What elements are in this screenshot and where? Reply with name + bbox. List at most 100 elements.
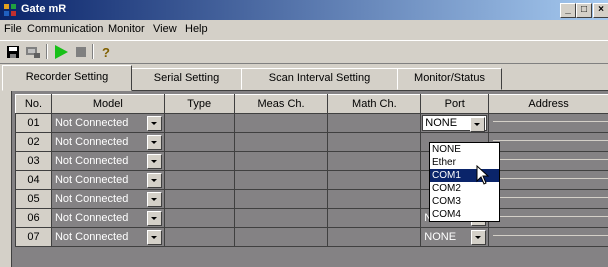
model-cell: Not Connected — [51, 228, 164, 247]
math-ch-cell[interactable] — [328, 133, 421, 152]
meas-ch-cell[interactable] — [234, 152, 328, 171]
type-cell[interactable] — [164, 133, 234, 152]
model-select[interactable]: Not Connected — [53, 153, 163, 169]
address-cell[interactable] — [489, 171, 608, 190]
port-cell: NONE — [421, 228, 489, 247]
address-cell[interactable] — [489, 133, 608, 152]
tab-serial-setting[interactable]: Serial Setting — [131, 68, 242, 90]
model-cell: Not Connected — [51, 114, 164, 133]
model-select[interactable]: Not Connected — [53, 229, 163, 245]
title-bar: Gate mR _ □ × — [0, 0, 608, 20]
row-number: 05 — [16, 190, 52, 209]
type-cell[interactable] — [164, 114, 234, 133]
model-cell: Not Connected — [51, 152, 164, 171]
chevron-down-icon[interactable] — [471, 230, 486, 245]
model-value: Not Connected — [55, 155, 128, 167]
recorder-grid: No. Model Type Meas Ch. Math Ch. Port Ad… — [11, 90, 608, 267]
stop-icon[interactable] — [72, 43, 90, 61]
tab-recorder-setting[interactable]: Recorder Setting — [2, 65, 132, 91]
column-header-model[interactable]: Model — [51, 95, 164, 114]
meas-ch-cell[interactable] — [234, 190, 328, 209]
toolbar-separator — [92, 44, 94, 59]
play-icon[interactable] — [52, 43, 70, 61]
address-field — [493, 178, 608, 179]
port-option-com3[interactable]: COM3 — [430, 195, 499, 208]
port-option-none[interactable]: NONE — [430, 143, 499, 156]
math-ch-cell[interactable] — [328, 190, 421, 209]
tab-bar: Recorder Setting Serial Setting Scan Int… — [0, 65, 608, 89]
row-number: 03 — [16, 152, 52, 171]
address-cell[interactable] — [489, 228, 608, 247]
table-row: 05 Not Connected — [16, 190, 608, 209]
save-icon[interactable] — [4, 43, 22, 61]
table-row: 06 Not Connected NONE — [16, 209, 608, 228]
meas-ch-cell[interactable] — [234, 114, 328, 133]
tab-scan-interval-setting[interactable]: Scan Interval Setting — [241, 68, 398, 90]
address-field — [493, 235, 608, 236]
window-title: Gate mR — [21, 3, 66, 15]
port-select-open[interactable]: NONE — [422, 115, 487, 131]
type-cell[interactable] — [164, 171, 234, 190]
model-value: Not Connected — [55, 193, 128, 205]
column-header-type[interactable]: Type — [164, 95, 234, 114]
chevron-down-icon[interactable] — [147, 192, 162, 207]
type-cell[interactable] — [164, 209, 234, 228]
chevron-down-icon[interactable] — [147, 211, 162, 226]
type-cell[interactable] — [164, 190, 234, 209]
model-cell: Not Connected — [51, 133, 164, 152]
maximize-icon[interactable]: □ — [576, 3, 592, 18]
address-cell[interactable] — [489, 209, 608, 228]
model-value: Not Connected — [55, 174, 128, 186]
address-field — [493, 197, 608, 198]
column-header-no[interactable]: No. — [16, 95, 52, 114]
column-header-math-ch[interactable]: Math Ch. — [328, 95, 421, 114]
settings-icon[interactable] — [24, 43, 42, 61]
chevron-down-icon[interactable] — [147, 116, 162, 131]
model-select[interactable]: Not Connected — [53, 134, 163, 150]
menu-monitor[interactable]: Monitor — [108, 23, 145, 35]
close-icon[interactable]: × — [593, 3, 608, 18]
column-header-meas-ch[interactable]: Meas Ch. — [234, 95, 328, 114]
address-cell[interactable] — [489, 114, 608, 133]
model-select[interactable]: Not Connected — [53, 210, 163, 226]
column-header-address[interactable]: Address — [489, 95, 608, 114]
chevron-down-icon[interactable] — [147, 154, 162, 169]
address-field — [493, 121, 608, 122]
port-value: NONE — [425, 117, 457, 129]
math-ch-cell[interactable] — [328, 228, 421, 247]
math-ch-cell[interactable] — [328, 114, 421, 133]
port-option-com4[interactable]: COM4 — [430, 208, 499, 221]
minimize-icon[interactable]: _ — [560, 3, 576, 18]
address-cell[interactable] — [489, 190, 608, 209]
row-number: 04 — [16, 171, 52, 190]
meas-ch-cell[interactable] — [234, 228, 328, 247]
chevron-down-icon[interactable] — [470, 117, 485, 132]
model-value: Not Connected — [55, 117, 128, 129]
help-icon[interactable]: ? — [97, 43, 115, 61]
port-select[interactable]: NONE — [422, 229, 487, 245]
math-ch-cell[interactable] — [328, 209, 421, 228]
meas-ch-cell[interactable] — [234, 133, 328, 152]
column-header-port[interactable]: Port — [421, 95, 489, 114]
math-ch-cell[interactable] — [328, 171, 421, 190]
type-cell[interactable] — [164, 152, 234, 171]
menu-communication[interactable]: Communication — [27, 23, 103, 35]
math-ch-cell[interactable] — [328, 152, 421, 171]
address-cell[interactable] — [489, 152, 608, 171]
menu-view[interactable]: View — [153, 23, 177, 35]
model-value: Not Connected — [55, 212, 128, 224]
menu-help[interactable]: Help — [185, 23, 208, 35]
model-select[interactable]: Not Connected — [53, 191, 163, 207]
chevron-down-icon[interactable] — [147, 135, 162, 150]
tab-monitor-status[interactable]: Monitor/Status — [397, 68, 502, 90]
table-row: 01 Not Connected NONE — [16, 114, 608, 133]
menu-file[interactable]: File — [4, 23, 22, 35]
model-select[interactable]: Not Connected — [53, 115, 163, 131]
recorder-table: No. Model Type Meas Ch. Math Ch. Port Ad… — [15, 94, 608, 247]
type-cell[interactable] — [164, 228, 234, 247]
meas-ch-cell[interactable] — [234, 171, 328, 190]
chevron-down-icon[interactable] — [147, 173, 162, 188]
chevron-down-icon[interactable] — [147, 230, 162, 245]
model-select[interactable]: Not Connected — [53, 172, 163, 188]
meas-ch-cell[interactable] — [234, 209, 328, 228]
